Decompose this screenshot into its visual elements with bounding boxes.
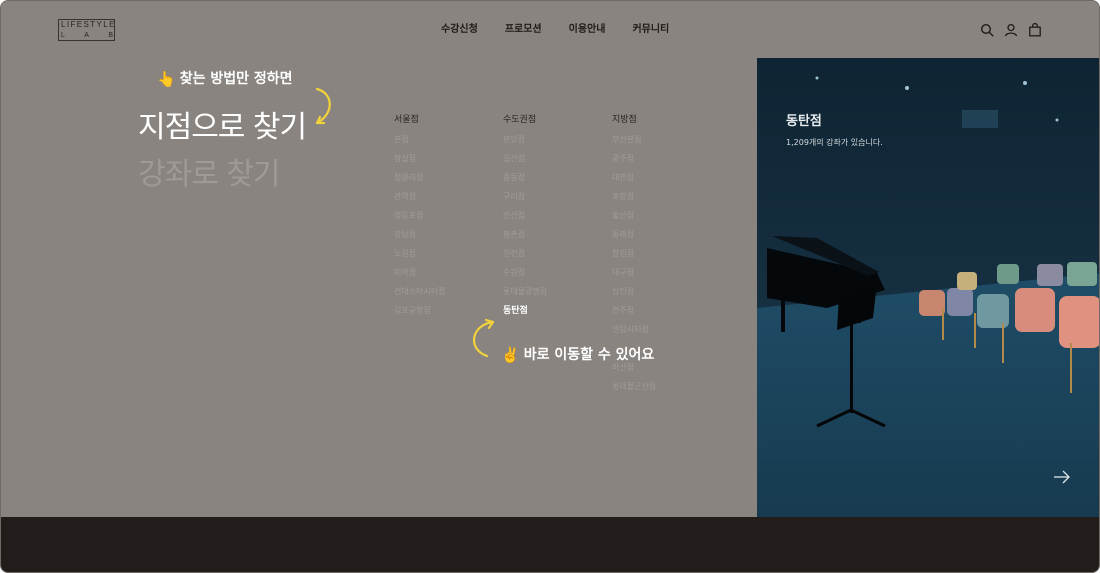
branch-link[interactable]: 일산점	[503, 154, 603, 164]
column-header: 수도권점	[503, 115, 537, 125]
branch-column-seoul: 서울점 본점 잠실점 청량리점 관악점 영등포점 강남점 노원점 미아점 건대스…	[394, 114, 494, 325]
column-header: 지방점	[612, 115, 637, 125]
branch-link[interactable]: 미아점	[394, 268, 494, 278]
main-nav: 수강신청 프로모션 이용안내 커뮤니티	[441, 23, 669, 37]
branch-link[interactable]: 김포공항점	[394, 306, 494, 316]
hint-choose-method: 👆 찾는 방법만 정하면	[157, 70, 292, 88]
page-frame: LIFESTYLE L A B 수강신청 프로모션 이용안내 커뮤니티 👆 찾는…	[0, 0, 1100, 573]
nav-item-registration[interactable]: 수강신청	[441, 23, 478, 37]
logo-letter: B	[108, 32, 113, 39]
branch-link[interactable]: 동래점	[612, 230, 712, 240]
nav-item-guide[interactable]: 이용안내	[569, 23, 606, 37]
branch-link[interactable]: 부산본점	[612, 135, 712, 145]
panel-course-count: 1,209개의 강좌가 있습니다.	[786, 138, 883, 147]
branch-link[interactable]: 관악점	[394, 192, 494, 202]
shopping-bag-icon[interactable]	[1028, 23, 1042, 37]
branch-link[interactable]: 본점	[394, 135, 494, 145]
branch-link[interactable]: 울산점	[612, 211, 712, 221]
branch-link[interactable]: 분당점	[503, 135, 603, 145]
nav-item-promotion[interactable]: 프로모션	[505, 23, 542, 37]
search-icon[interactable]	[980, 23, 994, 37]
branch-link-active[interactable]: 동탄점	[503, 306, 603, 316]
branch-link[interactable]: 인천점	[503, 249, 603, 259]
branch-link[interactable]: 구리점	[503, 192, 603, 202]
branch-link[interactable]: 포항점	[612, 192, 712, 202]
hint-text: 바로 이동할 수 있어요	[523, 347, 655, 363]
panel-branch-name: 동탄점	[786, 114, 822, 129]
logo-wordmark: LIFESTYLE	[61, 20, 116, 29]
branch-link[interactable]: 잠실점	[394, 154, 494, 164]
branch-link[interactable]: 대전점	[612, 173, 712, 183]
branch-link[interactable]: 노원점	[394, 249, 494, 259]
branch-link[interactable]: 중동점	[503, 173, 603, 183]
header-icons	[980, 23, 1042, 37]
tab-find-by-branch[interactable]: 지점으로 찾기	[138, 109, 307, 147]
branch-link[interactable]: 청량리점	[394, 173, 494, 183]
logo-letters: L A B	[61, 31, 113, 40]
branch-link[interactable]: 전주점	[612, 306, 712, 316]
branch-link[interactable]: 광주점	[612, 154, 712, 164]
branch-column-metro: 수도권점 분당점 일산점 중동점 구리점 안산점 평촌점 인천점 수원점 롯데몰…	[503, 114, 603, 325]
hint-move-directly: ✌️ 바로 이동할 수 있어요	[501, 346, 654, 364]
hint-text: 찾는 방법만 정하면	[179, 71, 293, 87]
site-header: LIFESTYLE L A B 수강신청 프로모션 이용안내 커뮤니티	[1, 1, 1099, 58]
victory-hand-icon: ✌️	[501, 346, 520, 364]
user-icon[interactable]	[1004, 23, 1018, 37]
branch-link[interactable]: 건대스타시티점	[394, 287, 494, 297]
branch-link[interactable]: 수원점	[503, 268, 603, 278]
branch-link[interactable]: 안산점	[503, 211, 603, 221]
branch-link[interactable]: 강남점	[394, 230, 494, 240]
nav-item-community[interactable]: 커뮤니티	[632, 23, 669, 37]
branch-photo-panel[interactable]: 동탄점 1,209개의 강좌가 있습니다.	[757, 58, 1099, 517]
curved-arrow-icon	[472, 319, 495, 358]
branch-link[interactable]: 센텀시티점	[612, 325, 712, 335]
tab-find-by-course[interactable]: 강좌로 찾기	[138, 156, 281, 194]
logo-letter: L	[61, 32, 65, 39]
arrow-right-icon[interactable]	[1053, 470, 1071, 484]
branch-link[interactable]: 영등포점	[394, 211, 494, 221]
branch-link[interactable]: 상인점	[612, 287, 712, 297]
logo-letter: A	[84, 32, 89, 39]
branch-link[interactable]: 마산점	[612, 363, 712, 373]
pointing-hand-icon: 👆	[157, 70, 176, 88]
branch-link[interactable]: 대구점	[612, 268, 712, 278]
logo[interactable]: LIFESTYLE L A B	[58, 19, 115, 41]
branch-link[interactable]: 롯데몰군산점	[612, 382, 712, 392]
curved-arrow-icon	[315, 87, 331, 125]
branch-link[interactable]: 평촌점	[503, 230, 603, 240]
branch-link[interactable]: 창원점	[612, 249, 712, 259]
branch-link[interactable]: 롯데몰광명점	[503, 287, 603, 297]
site-footer	[1, 517, 1099, 572]
column-header: 서울점	[394, 115, 419, 125]
